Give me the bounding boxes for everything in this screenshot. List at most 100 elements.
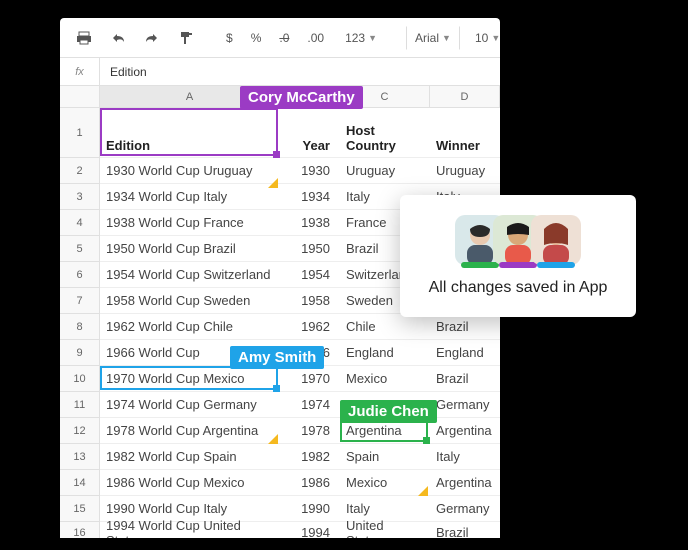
row-header[interactable]: 1 (60, 108, 100, 158)
cell[interactable]: 1994 (280, 522, 340, 538)
cell[interactable]: 1990 (280, 496, 340, 522)
table-row: 101970 World Cup Mexico1970MexicoBrazil (60, 366, 500, 392)
cell[interactable]: Germany (430, 392, 500, 418)
formula-bar[interactable]: fx Edition (60, 58, 500, 86)
cell[interactable]: Year (280, 108, 340, 158)
cell[interactable]: 1950 World Cup Brazil (100, 236, 280, 262)
row-header[interactable]: 13 (60, 444, 100, 470)
row-header[interactable]: 9 (60, 340, 100, 366)
row-header[interactable]: 2 (60, 158, 100, 184)
cell[interactable]: 1938 (280, 210, 340, 236)
cell[interactable]: 1978 World Cup Argentina (100, 418, 280, 444)
row-header[interactable]: 4 (60, 210, 100, 236)
row-header[interactable]: 12 (60, 418, 100, 444)
select-all-corner[interactable] (60, 86, 100, 108)
row-header[interactable]: 3 (60, 184, 100, 210)
avatar-group (418, 215, 618, 265)
row-header[interactable]: 11 (60, 392, 100, 418)
cell[interactable]: Spain (340, 444, 430, 470)
cell[interactable]: Edition (100, 108, 280, 158)
cell[interactable]: 1962 (280, 314, 340, 340)
column-header-d[interactable]: D (430, 86, 500, 108)
table-row: 1 Edition Year Host Country Winner (60, 108, 500, 158)
cell[interactable]: 1982 (280, 444, 340, 470)
cell[interactable]: United States (340, 522, 430, 538)
cell[interactable]: 1982 World Cup Spain (100, 444, 280, 470)
cell[interactable]: 1938 World Cup France (100, 210, 280, 236)
cell[interactable]: 1974 (280, 392, 340, 418)
cell[interactable]: 1954 (280, 262, 340, 288)
comment-indicator-icon[interactable] (268, 178, 278, 188)
chevron-down-icon: ▼ (442, 33, 451, 43)
cell[interactable]: 1962 World Cup Chile (100, 314, 280, 340)
row-header[interactable]: 10 (60, 366, 100, 392)
fx-label: fx (60, 58, 100, 85)
table-row: 141986 World Cup Mexico1986MexicoArgenti… (60, 470, 500, 496)
font-size-dropdown[interactable]: 10▼ (466, 26, 500, 50)
cell[interactable]: Argentina (430, 470, 500, 496)
cell[interactable]: England (340, 340, 430, 366)
cell[interactable]: 1986 (280, 470, 340, 496)
cell[interactable]: 1958 (280, 288, 340, 314)
row-header[interactable]: 8 (60, 314, 100, 340)
cell[interactable]: Uruguay (430, 158, 500, 184)
row-header[interactable]: 14 (60, 470, 100, 496)
row-header[interactable]: 15 (60, 496, 100, 522)
cell[interactable]: Chile (340, 314, 430, 340)
cell[interactable]: Brazil (430, 366, 500, 392)
font-family-dropdown[interactable]: Arial▼ (406, 26, 460, 50)
redo-icon[interactable] (138, 26, 166, 50)
row-header[interactable]: 5 (60, 236, 100, 262)
cell[interactable]: 1958 World Cup Sweden (100, 288, 280, 314)
formula-input[interactable]: Edition (100, 65, 500, 79)
cell[interactable]: Argentina (430, 418, 500, 444)
decrease-decimal-button[interactable]: .0 (273, 27, 295, 49)
undo-icon[interactable] (104, 26, 132, 50)
percent-format-button[interactable]: % (245, 27, 268, 49)
save-status-text: All changes saved in App (418, 279, 618, 297)
cell[interactable]: 1950 (280, 236, 340, 262)
cell[interactable]: 1994 World Cup United States (100, 522, 280, 538)
cell[interactable]: Winner (430, 108, 500, 158)
cell[interactable]: Mexico (340, 470, 430, 496)
table-row: 131982 World Cup Spain1982SpainItaly (60, 444, 500, 470)
row-header[interactable]: 6 (60, 262, 100, 288)
collaborator-tag-purple: Cory McCarthy (240, 86, 363, 109)
table-row: 21930 World Cup Uruguay1930UruguayUrugua… (60, 158, 500, 184)
cell[interactable]: 1978 (280, 418, 340, 444)
cell[interactable]: 1986 World Cup Mexico (100, 470, 280, 496)
cell[interactable]: Italy (430, 444, 500, 470)
increase-decimal-button[interactable]: .00 (301, 27, 330, 49)
data-rows: 1 Edition Year Host Country Winner 21930… (60, 108, 500, 538)
cell[interactable]: 1930 (280, 158, 340, 184)
comment-indicator-icon[interactable] (418, 486, 428, 496)
print-icon[interactable] (70, 26, 98, 50)
row-header[interactable]: 7 (60, 288, 100, 314)
cell[interactable]: 1930 World Cup Uruguay (100, 158, 280, 184)
chevron-down-icon: ▼ (368, 33, 377, 43)
cell[interactable]: Uruguay (340, 158, 430, 184)
cell[interactable]: Host Country (340, 108, 430, 158)
toolbar: $ % .0 .00 123▼ Arial▼ 10▼ (60, 18, 500, 58)
cell[interactable]: Mexico (340, 366, 430, 392)
table-row: 81962 World Cup Chile1962ChileBrazil (60, 314, 500, 340)
table-row: 161994 World Cup United States1994United… (60, 522, 500, 538)
cell[interactable]: 1970 World Cup Mexico (100, 366, 280, 392)
cell[interactable]: Brazil (430, 522, 500, 538)
save-status-card: All changes saved in App (400, 195, 636, 317)
cell[interactable]: 1954 World Cup Switzerland (100, 262, 280, 288)
cell[interactable]: England (430, 340, 500, 366)
number-format-dropdown[interactable]: 123▼ (336, 26, 386, 50)
cell[interactable]: Brazil (430, 314, 500, 340)
cell[interactable]: Germany (430, 496, 500, 522)
cell[interactable]: 1970 (280, 366, 340, 392)
avatar (531, 215, 581, 265)
row-header[interactable]: 16 (60, 522, 100, 538)
cell[interactable]: 1934 World Cup Italy (100, 184, 280, 210)
cell[interactable]: 1934 (280, 184, 340, 210)
currency-format-button[interactable]: $ (220, 27, 239, 49)
paint-format-icon[interactable] (172, 26, 200, 50)
collaborator-tag-blue: Amy Smith (230, 346, 324, 369)
cell[interactable]: 1974 World Cup Germany (100, 392, 280, 418)
comment-indicator-icon[interactable] (268, 434, 278, 444)
